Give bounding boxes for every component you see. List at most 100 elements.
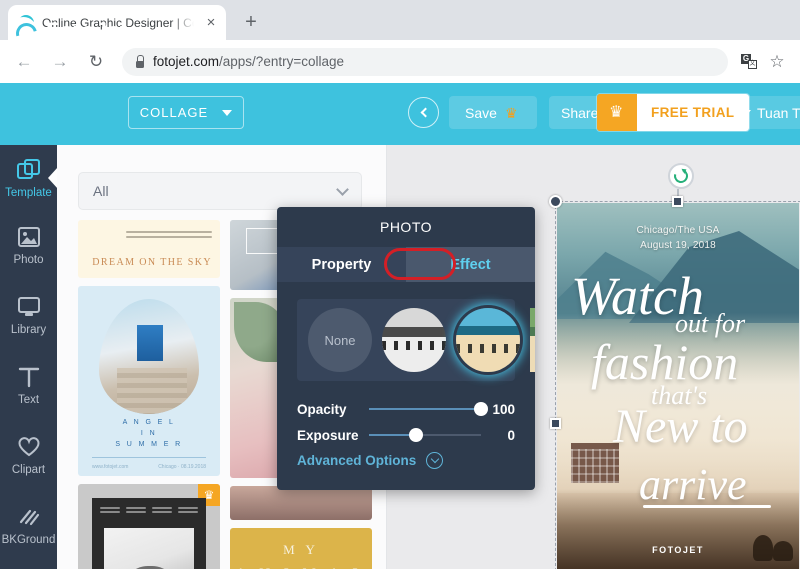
chevron-left-icon [420, 107, 430, 118]
rotate-icon[interactable] [668, 163, 694, 189]
resize-handle-top-center[interactable] [672, 196, 683, 207]
poster-location: Chicago/The USA [636, 225, 720, 236]
sidebar-item-label: Photo [13, 253, 44, 266]
template-card[interactable]: M Y A N I M A L [230, 528, 372, 569]
chevron-down-circle-icon[interactable] [426, 452, 444, 469]
new-tab-button[interactable]: + [238, 10, 264, 36]
template-thumbnail-image [99, 299, 199, 414]
template-card-footer: www.fotojet.com Chicago · 08.19.2018 [92, 464, 206, 470]
sidebar-item-label: Template [5, 186, 52, 199]
sidebar-item-library[interactable]: Library [0, 282, 57, 348]
effect-thumb-selected[interactable] [456, 308, 520, 372]
tab-property[interactable]: Property [277, 247, 406, 282]
poster-caption: Chicago/The USA August 19, 2018 [557, 223, 799, 253]
save-button[interactable]: Save ♛ [449, 96, 537, 129]
crown-glyph: ♛ [609, 103, 624, 121]
tab-effect[interactable]: Effect [406, 247, 535, 282]
address-bar[interactable]: fotojet.com/apps/?entry=collage [122, 47, 728, 76]
free-trial-button[interactable]: ♛ FREE TRIAL [597, 94, 749, 131]
mode-selector-label: COLLAGE [139, 105, 209, 120]
angel-line-3: S U M M E R [115, 441, 183, 448]
user-name: Tuan Th [757, 104, 800, 121]
opacity-slider[interactable] [369, 402, 488, 416]
template-card[interactable]: A N G E L I N S U M M E R www.fotojet.co… [78, 286, 220, 476]
opacity-value: 100 [492, 401, 515, 417]
template-thumbnail-image [92, 498, 206, 569]
library-icon [16, 295, 42, 319]
translate-icon[interactable]: G 文 [736, 49, 762, 75]
share-button-label: Share [561, 104, 599, 121]
exposure-slider-row: Exposure 0 [297, 425, 515, 445]
translate-glyph: G 文 [741, 54, 757, 69]
selected-photo-object[interactable]: Chicago/The USA August 19, 2018 Watch ou… [549, 163, 800, 569]
exposure-value: 0 [507, 427, 515, 443]
photo-panel-tabs: Property Effect [277, 247, 535, 282]
decorative-lines [126, 231, 212, 242]
opacity-label: Opacity [297, 401, 347, 417]
poster-underline [643, 505, 771, 508]
template-column-left: DREAM ON THE SKY A N G E L I N S U M M E… [78, 220, 220, 569]
text-icon [16, 365, 42, 389]
address-bar-url: fotojet.com/apps/?entry=collage [153, 54, 344, 69]
app-logo-text: FotoJet [46, 17, 128, 43]
opacity-slider-row: Opacity 100 [297, 399, 515, 419]
user-menu[interactable]: Tuan Th [733, 96, 800, 129]
save-button-label: Save [465, 104, 497, 121]
translate-glyph-cjk: 文 [748, 60, 757, 69]
advanced-options-toggle[interactable]: Advanced Options [297, 452, 444, 469]
back-icon[interactable]: ← [10, 48, 38, 76]
template-card-title: DREAM ON THE SKY [92, 257, 212, 268]
sidebar-item-clipart[interactable]: Clipart [0, 422, 57, 488]
sidebar-item-bkground[interactable]: BKGround [0, 492, 57, 558]
effect-thumb-bw[interactable] [382, 308, 446, 372]
effect-thumb-next[interactable] [530, 308, 535, 372]
divider [92, 457, 206, 458]
address-host: fotojet.com [153, 54, 220, 69]
chevron-down-icon [741, 109, 751, 116]
effects-list: None [297, 299, 535, 381]
angel-line-1: A N G E L [122, 419, 176, 426]
advanced-options-label: Advanced Options [297, 453, 417, 468]
back-button[interactable] [408, 97, 439, 128]
effect-thumb-none[interactable]: None [308, 308, 372, 372]
resize-handle-middle-left[interactable] [550, 418, 561, 429]
app-logo[interactable]: FotoJet [10, 17, 128, 44]
bookmark-star-icon[interactable]: ☆ [764, 49, 790, 75]
crown-icon: ♛ [597, 94, 637, 131]
template-filter-dropdown[interactable]: All [78, 172, 362, 210]
sidebar-item-template[interactable]: Template [0, 145, 58, 211]
exposure-slider[interactable] [369, 428, 481, 442]
effects-row: None [308, 308, 535, 372]
sidebar-item-label: BKGround [1, 533, 56, 546]
exposure-slider-knob[interactable] [409, 428, 424, 442]
address-path: /apps/?entry=collage [219, 54, 344, 69]
template-card[interactable]: DREAM ON THE SKY [78, 220, 220, 278]
clipart-heart-icon [16, 435, 42, 459]
template-card-title: M Y [283, 542, 319, 557]
sidebar-item-photo[interactable]: Photo [0, 212, 57, 278]
fotojet-logo-icon [10, 17, 37, 44]
template-card[interactable] [230, 486, 372, 520]
lock-icon [134, 55, 145, 68]
template-card[interactable]: ♛ [78, 484, 220, 569]
sidebar-item-label: Text [17, 393, 40, 406]
poster-date: August 19, 2018 [640, 240, 716, 251]
resize-handle-top-left[interactable] [549, 195, 562, 208]
exposure-label: Exposure [297, 427, 359, 443]
app-root: Online Graphic Designer | Collag × + ← →… [0, 0, 800, 569]
mode-selector[interactable]: COLLAGE [128, 96, 244, 129]
angel-line-2: I N [140, 430, 158, 437]
angel-foot-left: www.fotojet.com [92, 464, 129, 470]
rotate-glyph [671, 166, 691, 186]
thumbnail-photo [104, 528, 194, 569]
poster-headline-5: New to [613, 400, 748, 453]
chevron-down-icon [336, 182, 349, 196]
background-icon [16, 505, 42, 529]
free-trial-label: FREE TRIAL [637, 94, 749, 131]
sidebar-item-text[interactable]: Text [0, 352, 57, 418]
opacity-slider-knob[interactable] [474, 402, 488, 416]
forward-icon[interactable]: → [46, 48, 74, 76]
template-icon [16, 158, 42, 182]
close-icon[interactable]: × [202, 14, 220, 32]
reload-icon[interactable]: ↻ [82, 48, 110, 76]
